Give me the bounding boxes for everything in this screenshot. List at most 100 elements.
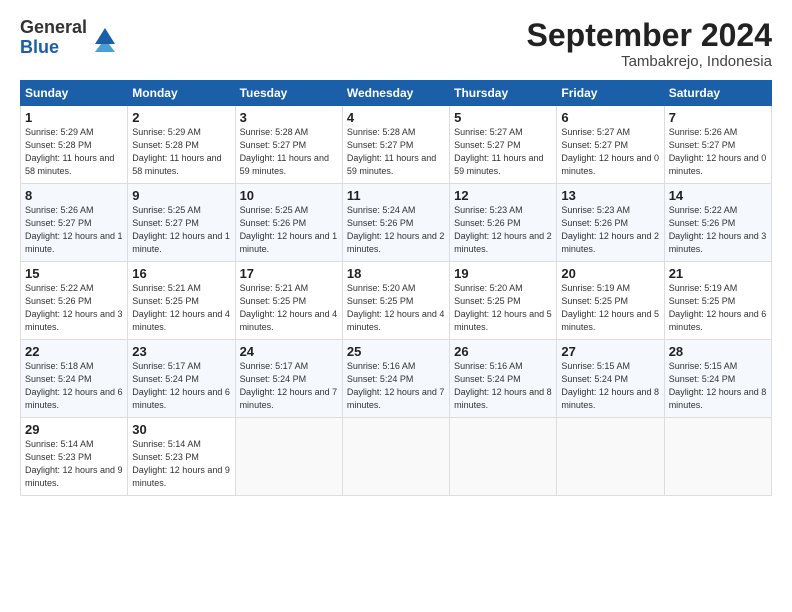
day-number: 27: [561, 344, 659, 359]
calendar-cell: [664, 418, 771, 496]
calendar-cell: 12 Sunrise: 5:23 AMSunset: 5:26 PMDaylig…: [450, 184, 557, 262]
day-info: Sunrise: 5:17 AMSunset: 5:24 PMDaylight:…: [240, 360, 338, 412]
day-info: Sunrise: 5:22 AMSunset: 5:26 PMDaylight:…: [25, 282, 123, 334]
calendar-cell: 7 Sunrise: 5:26 AMSunset: 5:27 PMDayligh…: [664, 106, 771, 184]
day-info: Sunrise: 5:24 AMSunset: 5:26 PMDaylight:…: [347, 204, 445, 256]
calendar-cell: 11 Sunrise: 5:24 AMSunset: 5:26 PMDaylig…: [342, 184, 449, 262]
logo-general: General: [20, 18, 87, 38]
day-number: 18: [347, 266, 445, 281]
location: Tambakrejo, Indonesia: [527, 53, 772, 70]
day-number: 29: [25, 422, 123, 437]
day-number: 17: [240, 266, 338, 281]
day-info: Sunrise: 5:16 AMSunset: 5:24 PMDaylight:…: [347, 360, 445, 412]
calendar-cell: [450, 418, 557, 496]
calendar-header-thursday: Thursday: [450, 81, 557, 106]
logo: General Blue: [20, 18, 119, 58]
day-info: Sunrise: 5:16 AMSunset: 5:24 PMDaylight:…: [454, 360, 552, 412]
day-info: Sunrise: 5:21 AMSunset: 5:25 PMDaylight:…: [240, 282, 338, 334]
day-info: Sunrise: 5:25 AMSunset: 5:27 PMDaylight:…: [132, 204, 230, 256]
title-block: September 2024 Tambakrejo, Indonesia: [527, 18, 772, 70]
day-info: Sunrise: 5:20 AMSunset: 5:25 PMDaylight:…: [347, 282, 445, 334]
calendar-cell: 19 Sunrise: 5:20 AMSunset: 5:25 PMDaylig…: [450, 262, 557, 340]
calendar-cell: 23 Sunrise: 5:17 AMSunset: 5:24 PMDaylig…: [128, 340, 235, 418]
calendar-cell: 27 Sunrise: 5:15 AMSunset: 5:24 PMDaylig…: [557, 340, 664, 418]
day-number: 24: [240, 344, 338, 359]
day-info: Sunrise: 5:29 AMSunset: 5:28 PMDaylight:…: [25, 126, 123, 178]
calendar-cell: 1 Sunrise: 5:29 AMSunset: 5:28 PMDayligh…: [21, 106, 128, 184]
day-number: 30: [132, 422, 230, 437]
day-info: Sunrise: 5:29 AMSunset: 5:28 PMDaylight:…: [132, 126, 230, 178]
day-info: Sunrise: 5:20 AMSunset: 5:25 PMDaylight:…: [454, 282, 552, 334]
calendar-week-1: 1 Sunrise: 5:29 AMSunset: 5:28 PMDayligh…: [21, 106, 772, 184]
page: General Blue September 2024 Tambakrejo, …: [0, 0, 792, 612]
day-info: Sunrise: 5:15 AMSunset: 5:24 PMDaylight:…: [561, 360, 659, 412]
calendar-cell: 24 Sunrise: 5:17 AMSunset: 5:24 PMDaylig…: [235, 340, 342, 418]
day-info: Sunrise: 5:19 AMSunset: 5:25 PMDaylight:…: [669, 282, 767, 334]
calendar-cell: 9 Sunrise: 5:25 AMSunset: 5:27 PMDayligh…: [128, 184, 235, 262]
calendar-cell: 21 Sunrise: 5:19 AMSunset: 5:25 PMDaylig…: [664, 262, 771, 340]
calendar-header-sunday: Sunday: [21, 81, 128, 106]
calendar-cell: [557, 418, 664, 496]
calendar-week-5: 29 Sunrise: 5:14 AMSunset: 5:23 PMDaylig…: [21, 418, 772, 496]
calendar-cell: 13 Sunrise: 5:23 AMSunset: 5:26 PMDaylig…: [557, 184, 664, 262]
day-info: Sunrise: 5:27 AMSunset: 5:27 PMDaylight:…: [561, 126, 659, 178]
day-number: 12: [454, 188, 552, 203]
day-number: 28: [669, 344, 767, 359]
day-info: Sunrise: 5:19 AMSunset: 5:25 PMDaylight:…: [561, 282, 659, 334]
calendar-header-saturday: Saturday: [664, 81, 771, 106]
month-title: September 2024: [527, 18, 772, 53]
calendar-cell: 26 Sunrise: 5:16 AMSunset: 5:24 PMDaylig…: [450, 340, 557, 418]
day-number: 16: [132, 266, 230, 281]
day-info: Sunrise: 5:28 AMSunset: 5:27 PMDaylight:…: [347, 126, 445, 178]
calendar-cell: 8 Sunrise: 5:26 AMSunset: 5:27 PMDayligh…: [21, 184, 128, 262]
day-info: Sunrise: 5:26 AMSunset: 5:27 PMDaylight:…: [25, 204, 123, 256]
calendar-cell: [235, 418, 342, 496]
calendar-cell: 30 Sunrise: 5:14 AMSunset: 5:23 PMDaylig…: [128, 418, 235, 496]
calendar-week-2: 8 Sunrise: 5:26 AMSunset: 5:27 PMDayligh…: [21, 184, 772, 262]
day-info: Sunrise: 5:17 AMSunset: 5:24 PMDaylight:…: [132, 360, 230, 412]
calendar-cell: 14 Sunrise: 5:22 AMSunset: 5:26 PMDaylig…: [664, 184, 771, 262]
day-number: 5: [454, 110, 552, 125]
day-info: Sunrise: 5:23 AMSunset: 5:26 PMDaylight:…: [454, 204, 552, 256]
calendar-cell: 17 Sunrise: 5:21 AMSunset: 5:25 PMDaylig…: [235, 262, 342, 340]
day-number: 25: [347, 344, 445, 359]
day-number: 2: [132, 110, 230, 125]
calendar-cell: [342, 418, 449, 496]
day-info: Sunrise: 5:23 AMSunset: 5:26 PMDaylight:…: [561, 204, 659, 256]
calendar-cell: 16 Sunrise: 5:21 AMSunset: 5:25 PMDaylig…: [128, 262, 235, 340]
calendar-header-monday: Monday: [128, 81, 235, 106]
calendar-cell: 6 Sunrise: 5:27 AMSunset: 5:27 PMDayligh…: [557, 106, 664, 184]
day-info: Sunrise: 5:14 AMSunset: 5:23 PMDaylight:…: [25, 438, 123, 490]
calendar-table: SundayMondayTuesdayWednesdayThursdayFrid…: [20, 80, 772, 496]
calendar-header-tuesday: Tuesday: [235, 81, 342, 106]
calendar-cell: 3 Sunrise: 5:28 AMSunset: 5:27 PMDayligh…: [235, 106, 342, 184]
day-info: Sunrise: 5:28 AMSunset: 5:27 PMDaylight:…: [240, 126, 338, 178]
day-info: Sunrise: 5:18 AMSunset: 5:24 PMDaylight:…: [25, 360, 123, 412]
day-number: 7: [669, 110, 767, 125]
day-number: 14: [669, 188, 767, 203]
calendar-cell: 18 Sunrise: 5:20 AMSunset: 5:25 PMDaylig…: [342, 262, 449, 340]
calendar-cell: 29 Sunrise: 5:14 AMSunset: 5:23 PMDaylig…: [21, 418, 128, 496]
day-info: Sunrise: 5:14 AMSunset: 5:23 PMDaylight:…: [132, 438, 230, 490]
day-number: 13: [561, 188, 659, 203]
day-number: 10: [240, 188, 338, 203]
day-number: 9: [132, 188, 230, 203]
day-number: 19: [454, 266, 552, 281]
calendar-cell: 15 Sunrise: 5:22 AMSunset: 5:26 PMDaylig…: [21, 262, 128, 340]
logo-icon: [91, 24, 119, 52]
calendar-week-4: 22 Sunrise: 5:18 AMSunset: 5:24 PMDaylig…: [21, 340, 772, 418]
calendar-week-3: 15 Sunrise: 5:22 AMSunset: 5:26 PMDaylig…: [21, 262, 772, 340]
logo-blue: Blue: [20, 38, 87, 58]
day-number: 11: [347, 188, 445, 203]
calendar-cell: 5 Sunrise: 5:27 AMSunset: 5:27 PMDayligh…: [450, 106, 557, 184]
day-number: 23: [132, 344, 230, 359]
day-number: 6: [561, 110, 659, 125]
calendar-cell: 22 Sunrise: 5:18 AMSunset: 5:24 PMDaylig…: [21, 340, 128, 418]
day-number: 26: [454, 344, 552, 359]
day-number: 20: [561, 266, 659, 281]
calendar-cell: 2 Sunrise: 5:29 AMSunset: 5:28 PMDayligh…: [128, 106, 235, 184]
header: General Blue September 2024 Tambakrejo, …: [20, 18, 772, 70]
day-info: Sunrise: 5:21 AMSunset: 5:25 PMDaylight:…: [132, 282, 230, 334]
day-info: Sunrise: 5:27 AMSunset: 5:27 PMDaylight:…: [454, 126, 552, 178]
day-info: Sunrise: 5:22 AMSunset: 5:26 PMDaylight:…: [669, 204, 767, 256]
